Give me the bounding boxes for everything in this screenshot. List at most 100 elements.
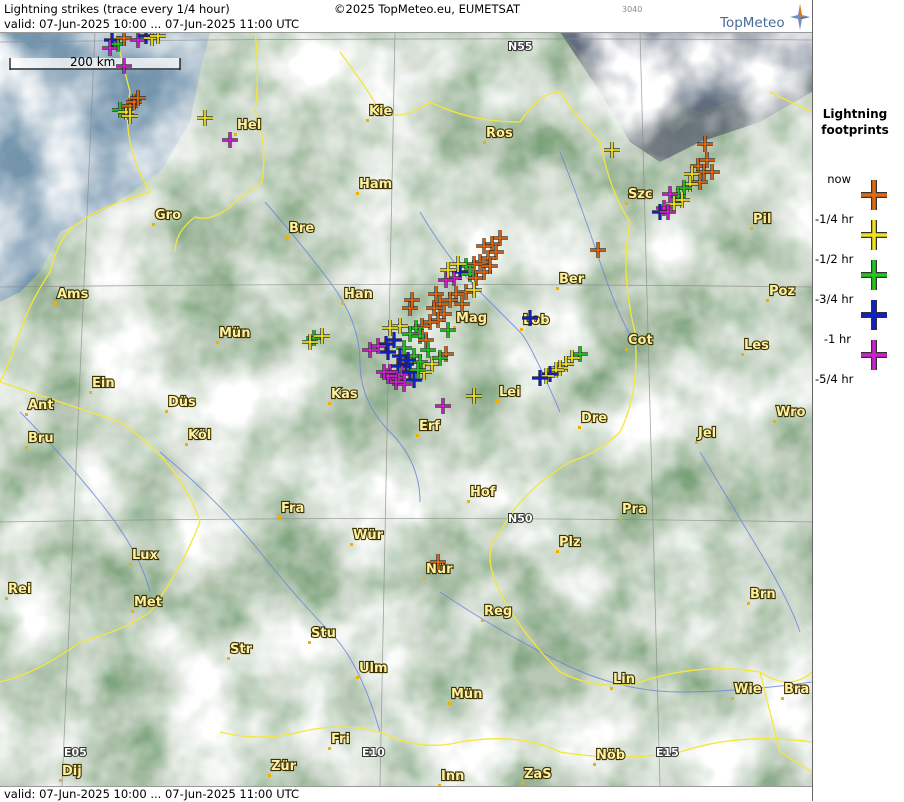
city-label: Lin bbox=[613, 672, 635, 687]
city-marker bbox=[350, 543, 353, 546]
city-marker bbox=[781, 697, 784, 700]
grid-label-n55: N55 bbox=[508, 40, 533, 53]
grid-label-e10: E10 bbox=[362, 746, 385, 759]
city-marker bbox=[496, 400, 499, 403]
legend-item-label: -1 hr bbox=[823, 332, 851, 346]
legend-item-label: -3/4 hr bbox=[815, 292, 854, 306]
city-label: Ulm bbox=[359, 661, 388, 676]
city-label: Kie bbox=[369, 104, 393, 119]
valid-time-header: valid: 07-Jun-2025 10:00 ... 07-Jun-2025… bbox=[4, 17, 300, 31]
city-label: Pil bbox=[753, 212, 771, 227]
city-label: Ber bbox=[559, 272, 585, 287]
legend-item: -1 hr bbox=[813, 332, 904, 372]
city-label: Str bbox=[230, 642, 253, 657]
city-marker bbox=[131, 610, 134, 613]
city-label: Wie bbox=[734, 682, 762, 697]
legend-item: -1/4 hr bbox=[813, 212, 904, 252]
city-marker bbox=[448, 702, 451, 705]
city-marker bbox=[185, 443, 188, 446]
city-label: Wro bbox=[776, 405, 806, 420]
city-label: Reg bbox=[484, 604, 512, 619]
city-label: Mün bbox=[451, 687, 482, 702]
map-canvas: N55 N50 E05 E10 E15 200 km Hel Kie Ros Ham G… bbox=[0, 32, 812, 786]
legend-item-label: -1/2 hr bbox=[815, 252, 854, 266]
footer-bar: valid: 07-Jun-2025 10:00 ... 07-Jun-2025… bbox=[0, 786, 812, 802]
city-marker bbox=[467, 500, 470, 503]
city-label: Dij bbox=[62, 764, 82, 779]
city-label: Bra bbox=[784, 682, 809, 697]
city-label: Ham bbox=[359, 177, 392, 192]
city-marker bbox=[278, 516, 281, 519]
city-label: Szc bbox=[628, 187, 653, 202]
city-marker bbox=[234, 133, 237, 136]
city-label: Pra bbox=[622, 502, 647, 517]
city-label: Fri bbox=[331, 732, 350, 747]
legend-item: now bbox=[813, 172, 904, 212]
legend-cross-icon bbox=[861, 260, 887, 290]
legend-item-label: -5/4 hr bbox=[815, 372, 854, 386]
city-marker bbox=[747, 602, 750, 605]
city-marker bbox=[578, 426, 581, 429]
city-label: Köl bbox=[188, 428, 211, 443]
city-marker bbox=[25, 413, 28, 416]
city-marker bbox=[5, 597, 8, 600]
scale-bar-label: 200 km bbox=[70, 55, 115, 69]
city-label: Ein bbox=[92, 376, 115, 391]
city-label: Poz bbox=[769, 284, 795, 299]
city-label: Lob bbox=[523, 313, 550, 328]
city-marker bbox=[227, 657, 230, 660]
city-marker bbox=[520, 328, 523, 331]
map-title: Lightning strikes (trace every 1/4 hour) bbox=[4, 2, 230, 16]
city-marker bbox=[731, 697, 734, 700]
cloud-cover bbox=[0, 32, 812, 786]
city-marker bbox=[356, 676, 359, 679]
legend-item-label: now bbox=[827, 172, 851, 186]
city-label: Düs bbox=[168, 395, 196, 410]
city-marker bbox=[556, 287, 559, 290]
legend-item: -5/4 hr bbox=[813, 372, 904, 412]
legend-cross-icon bbox=[861, 300, 887, 330]
city-marker bbox=[216, 341, 219, 344]
city-marker bbox=[341, 302, 344, 305]
city-label: Inn bbox=[441, 769, 464, 784]
city-label: Lei bbox=[499, 385, 521, 400]
city-marker bbox=[423, 577, 426, 580]
legend-cross-icon bbox=[861, 340, 887, 370]
copyright-text: ©2025 TopMeteo.eu, EUMETSAT bbox=[334, 2, 520, 16]
legend-cross-icon bbox=[861, 220, 887, 250]
city-label: Jel bbox=[697, 426, 716, 441]
city-marker bbox=[695, 441, 698, 444]
city-marker bbox=[610, 687, 613, 690]
city-marker bbox=[766, 299, 769, 302]
city-marker bbox=[619, 517, 622, 520]
compass-star-icon bbox=[790, 4, 810, 30]
satellite-map[interactable]: N55 N50 E05 E10 E15 200 km Hel Kie Ros Ham G… bbox=[0, 32, 812, 786]
grid-label-n50: N50 bbox=[508, 512, 533, 525]
legend-panel: Lightning footprints now -1/4 hr -1/2 hr -3… bbox=[812, 0, 904, 801]
city-marker bbox=[328, 402, 331, 405]
city-label: Rei bbox=[8, 582, 31, 597]
city-marker bbox=[286, 236, 289, 239]
city-label: Les bbox=[744, 338, 769, 353]
city-label: Erf bbox=[419, 419, 440, 434]
city-label: Bru bbox=[28, 431, 54, 446]
city-marker bbox=[268, 774, 271, 777]
brand-logo-text[interactable]: TopMeteo bbox=[720, 15, 785, 31]
legend-title: Lightning footprints bbox=[813, 106, 897, 138]
city-label: Ros bbox=[486, 126, 513, 141]
city-label: Han bbox=[344, 287, 373, 302]
city-label: Nöb bbox=[596, 748, 625, 763]
city-label: Met bbox=[134, 595, 162, 610]
city-marker bbox=[416, 434, 419, 437]
city-marker bbox=[356, 192, 359, 195]
grid-label-e05: E05 bbox=[64, 746, 87, 759]
legend-item: -1/2 hr bbox=[813, 252, 904, 292]
city-label: Cot bbox=[628, 333, 653, 348]
legend-item: -3/4 hr bbox=[813, 292, 904, 332]
city-marker bbox=[481, 619, 484, 622]
city-label: Wür bbox=[353, 528, 384, 543]
legend-item-label: -1/4 hr bbox=[815, 212, 854, 226]
city-marker bbox=[54, 302, 57, 305]
city-marker bbox=[773, 420, 776, 423]
city-marker bbox=[89, 391, 92, 394]
